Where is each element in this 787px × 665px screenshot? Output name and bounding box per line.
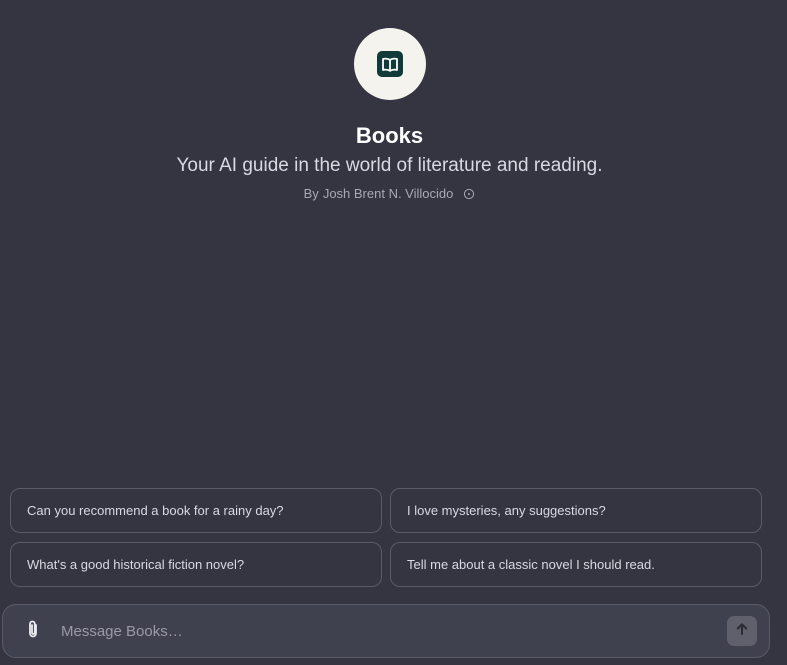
message-composer [2,604,770,658]
gpt-description: Your AI guide in the world of literature… [176,155,603,176]
open-book-icon [376,50,404,78]
suggestion-grid: Can you recommend a book for a rainy day… [10,488,762,587]
suggestion-button[interactable]: What's a good historical fiction novel? [10,542,382,587]
gpt-header: Books Your AI guide in the world of lite… [0,28,779,201]
send-button[interactable] [727,616,757,646]
gpt-avatar [353,28,426,100]
arrow-up-icon [734,621,750,642]
gpt-author: By Josh Brent N. Villocido [304,186,476,201]
attach-button[interactable] [18,616,48,646]
suggestion-button[interactable]: I love mysteries, any suggestions? [390,488,762,533]
info-icon[interactable] [463,188,475,200]
chat-page: Books Your AI guide in the world of lite… [0,0,787,665]
suggestion-button[interactable]: Tell me about a classic novel I should r… [390,542,762,587]
paperclip-icon [25,619,41,644]
author-name[interactable]: Josh Brent N. Villocido [323,186,454,201]
suggestion-button[interactable]: Can you recommend a book for a rainy day… [10,488,382,533]
author-prefix: By [303,186,319,201]
message-input[interactable] [59,621,727,641]
gpt-title: Books [355,123,424,148]
